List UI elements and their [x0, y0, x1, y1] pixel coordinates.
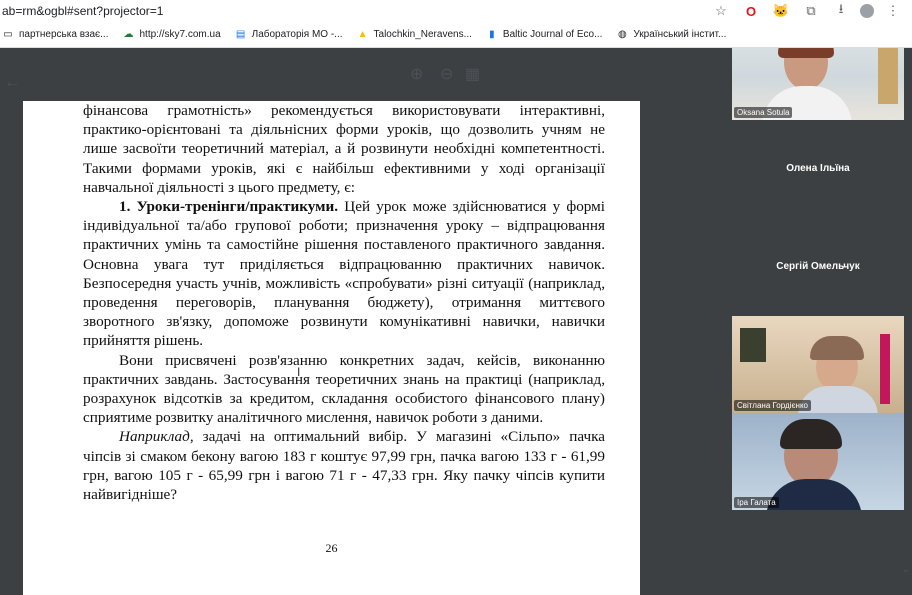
participant-name: Іра Галата — [734, 497, 779, 508]
bookmark-label: Talochkin_Neravens... — [373, 29, 472, 40]
page-number: 26 — [325, 541, 338, 555]
scroll-chevron-icon: ⌄ — [901, 564, 910, 575]
bookmarks-bar: ▭ партнерська взає... ☁ http://sky7.com.… — [0, 22, 912, 48]
participant-name: Oksana Sotula — [734, 107, 793, 118]
bookmark-item[interactable]: ▤ Лабораторія МО -... — [235, 29, 343, 41]
participant-name: Світлана Гордієнко — [734, 400, 811, 411]
meeting-stage: ⊕ ⊖ ▦ ← фінансова грамотність» рекоменду… — [0, 48, 912, 595]
cat-extension-icon[interactable]: 🐱 — [770, 2, 792, 20]
paragraph: Вони присвячені розв'язанню конкретних з… — [83, 351, 605, 427]
folder-icon: ▭ — [3, 29, 13, 40]
toolbar-ghost-icon: ▦ — [465, 66, 481, 83]
participant-tile[interactable]: Олена Ільїна — [732, 123, 904, 220]
bookmark-label: Лабораторія МО -... — [251, 29, 343, 40]
bookmark-label: Український інстит... — [633, 29, 727, 40]
avatar[interactable] — [860, 4, 874, 18]
paragraph: Наприклад, задачі на оптимальний вибір. … — [83, 427, 605, 504]
back-arrow-icon: ← — [4, 74, 20, 91]
star-icon[interactable]: ☆ — [710, 2, 732, 20]
participant-tile[interactable]: Сергій Омельчук — [732, 221, 904, 318]
address-bar[interactable]: ab=rm&ogbl#sent?projector=1 ☆ O 🐱 ⧉ ⭳ ⋮ — [0, 0, 912, 22]
cloud-icon: ☁ — [123, 29, 134, 40]
toolbar-ghost-icon: ⊕ — [410, 66, 424, 83]
download-icon[interactable]: ⭳ — [830, 1, 852, 20]
participant-video — [732, 413, 904, 510]
bookmark-label: Baltic Journal of Eco... — [502, 29, 603, 40]
bookmark-label: партнерська взає... — [19, 29, 109, 40]
puzzle-icon[interactable]: ⧉ — [800, 2, 822, 20]
bookmark-label: http://sky7.com.ua — [139, 29, 221, 40]
paragraph: 1. Уроки-тренінги/практикуми. Цей урок м… — [83, 197, 605, 351]
file-icon: ▮ — [489, 29, 495, 40]
heading-bold: 1. Уроки-тренінги/практикуми. — [119, 198, 339, 216]
participant-name: Сергій Омельчук — [776, 261, 860, 272]
participant-tile[interactable]: Світлана Гордієнко — [732, 316, 904, 413]
bookmark-item[interactable]: ▮ Baltic Journal of Eco... — [486, 29, 603, 41]
paragraph: фінансова грамотність» рекомендується ви… — [83, 102, 605, 196]
globe-icon: ◍ — [618, 29, 627, 40]
participant-name: Олена Ільїна — [786, 163, 850, 174]
doc-icon: ▤ — [235, 29, 246, 40]
bookmark-item[interactable]: ☁ http://sky7.com.ua — [122, 29, 220, 41]
toolbar-ghost-icon: ⊖ — [440, 66, 454, 83]
shared-document-page: фінансова грамотність» рекомендується ви… — [23, 101, 640, 595]
participant-video — [732, 316, 904, 413]
drive-icon: ▲ — [357, 29, 368, 40]
participant-tile[interactable]: Oksana Sotula — [732, 48, 904, 120]
document-body: фінансова грамотність» рекомендується ви… — [83, 101, 605, 504]
opera-extension-icon[interactable]: O — [740, 2, 762, 20]
text-cursor-icon: I — [297, 365, 301, 379]
url-text[interactable]: ab=rm&ogbl#sent?projector=1 — [0, 4, 710, 18]
paragraph-text: Цей урок може здійснюватися у формі інди… — [83, 198, 605, 350]
participant-tile[interactable]: Іра Галата — [732, 413, 904, 510]
italic-text: Наприклад — [119, 428, 190, 446]
bookmark-item[interactable]: ◍ Український інстит... — [616, 29, 726, 41]
more-menu-icon[interactable]: ⋮ — [882, 2, 904, 20]
bookmark-item[interactable]: ▲ Talochkin_Neravens... — [357, 29, 472, 41]
bookmark-item[interactable]: ▭ партнерська взає... — [2, 29, 108, 41]
